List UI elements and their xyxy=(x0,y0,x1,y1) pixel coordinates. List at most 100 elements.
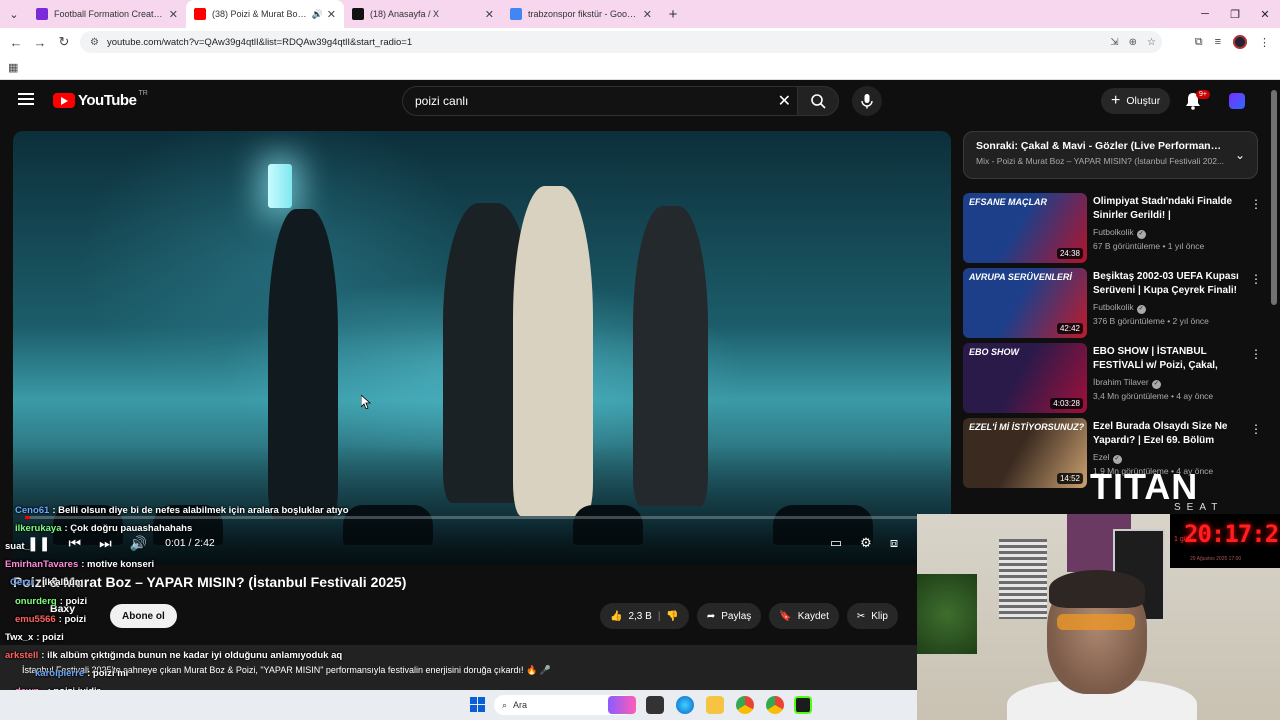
search-input[interactable]: poizi canlı ✕ xyxy=(402,86,800,116)
edge-icon[interactable] xyxy=(676,696,694,714)
video-title: Beşiktaş 2002-03 UEFA Kupası Serüveni | … xyxy=(1093,271,1239,296)
channel-name: Futbolkolik ✓ xyxy=(1093,227,1146,239)
close-window-icon[interactable]: ✕ xyxy=(1250,0,1280,28)
clock-subtext: 29 Ağustos 2025 17:00 xyxy=(1190,556,1242,562)
video-thumbnail[interactable]: EBO SHOW 4:03:28 xyxy=(963,343,1087,413)
clear-search-icon[interactable]: ✕ xyxy=(778,91,791,111)
close-tab-icon[interactable]: ✕ xyxy=(327,8,336,21)
kick-app-icon[interactable] xyxy=(794,696,812,714)
task-view-icon[interactable] xyxy=(646,696,664,714)
video-duration: 4:03:28 xyxy=(1050,398,1083,409)
save-button[interactable]: 🔖 Kaydet xyxy=(769,603,839,629)
recommended-video[interactable]: AVRUPA SERÜVENLERİ 42:42 Beşiktaş 2002-03 … xyxy=(963,268,1263,338)
forward-icon[interactable]: → xyxy=(28,35,52,50)
zoom-icon[interactable]: ⊕ xyxy=(1129,37,1137,48)
close-tab-icon[interactable]: ✕ xyxy=(643,8,652,21)
restore-icon[interactable]: ❐ xyxy=(1220,0,1250,28)
chat-text: : Belli olsun diye bi de nefes alabilmek… xyxy=(52,505,349,516)
install-app-icon[interactable]: ⇲ xyxy=(1110,37,1118,48)
progress-fill xyxy=(25,516,31,519)
video-thumbnail[interactable]: EFSANE MAÇLAR 24:38 xyxy=(963,193,1087,263)
share-button[interactable]: ➦ Paylaş xyxy=(696,603,762,629)
back-icon[interactable]: ← xyxy=(4,35,28,50)
chat-message: onurderg: poizi xyxy=(15,596,87,607)
new-tab-button[interactable]: + xyxy=(660,6,686,23)
chevron-down-icon[interactable]: ⌄ xyxy=(1235,148,1245,162)
previous-icon[interactable]: ⏮ xyxy=(68,535,81,552)
bookmarks-bar: ▦ xyxy=(0,56,1280,80)
video-meta: 67 B görüntüleme • 1 yıl önce xyxy=(1093,241,1205,251)
windows-start-icon[interactable] xyxy=(470,697,486,713)
chat-username: emu5566 xyxy=(15,614,56,625)
audio-playing-icon[interactable]: 🔊 xyxy=(312,9,323,20)
address-bar[interactable]: ⚙ youtube.com/watch?v=QAw39g4qtlI&list=R… xyxy=(80,31,1162,53)
page-scrollbar[interactable] xyxy=(1271,90,1277,305)
more-options-icon[interactable]: ⋮ xyxy=(1250,197,1262,211)
youtube-header: YouTube TR poizi canlı ✕ + Oluştur 9+ xyxy=(0,80,1280,122)
miniplayer-icon[interactable]: ⧈ xyxy=(890,535,898,551)
video-thumbnail[interactable]: EZEL'İ Mİ İSTİYORSUNUZ? 14:52 xyxy=(963,418,1087,488)
chrome-profile-icon[interactable] xyxy=(766,696,784,714)
channel-name: Futbolkolik ✓ xyxy=(1093,302,1146,314)
tab-favicon-icon xyxy=(36,8,48,20)
recommended-video[interactable]: EBO SHOW 4:03:28 EBO SHOW | İSTANBUL FESTİ… xyxy=(963,343,1263,413)
subscribe-button[interactable]: Abone ol xyxy=(110,604,177,628)
clip-button[interactable]: ✂ Klip xyxy=(846,603,898,629)
file-explorer-icon[interactable] xyxy=(706,696,724,714)
chat-message: suat_ xyxy=(5,541,33,552)
video-thumbnail[interactable]: AVRUPA SERÜVENLERİ 42:42 xyxy=(963,268,1087,338)
share-icon: ➦ xyxy=(706,610,716,622)
chat-username: Twx_x xyxy=(5,632,34,643)
more-options-icon[interactable]: ⋮ xyxy=(1250,347,1262,361)
voice-search-button[interactable] xyxy=(852,86,882,116)
bookmark-star-icon[interactable]: ☆ xyxy=(1147,37,1156,48)
profile-avatar[interactable] xyxy=(1233,35,1247,49)
settings-gear-icon[interactable]: ⚙ xyxy=(860,535,872,551)
menu-icon[interactable] xyxy=(18,93,34,105)
browser-tab[interactable]: Football Formation Creator: Re ✕ xyxy=(28,0,186,28)
tab-title: (18) Anasayfa / X xyxy=(370,9,440,19)
browser-tab[interactable]: trabzonspor fikstür - Google'da ✕ xyxy=(502,0,660,28)
widgets-icon[interactable] xyxy=(608,696,636,714)
progress-bar[interactable] xyxy=(25,516,939,519)
thumbs-down-icon[interactable]: 👎 xyxy=(666,611,678,622)
chat-message: arkstell: ilk albüm çıktığında bunun ne … xyxy=(5,650,342,661)
browser-tab[interactable]: (38) Poizi & Murat Boz – YA 🔊 ✕ xyxy=(186,0,344,28)
chat-username: Cerzi xyxy=(10,577,34,588)
media-controls-icon[interactable]: ≡ xyxy=(1215,36,1221,48)
volume-icon[interactable]: 🔊 xyxy=(130,535,147,552)
tab-search-icon[interactable]: ⌄ xyxy=(0,0,28,28)
sponsor-logo: TITAN SEAT xyxy=(1090,466,1224,513)
cameraman-figure xyxy=(633,206,708,506)
captions-icon[interactable]: ▭ xyxy=(830,535,842,551)
chrome-menu-icon[interactable]: ⋮ xyxy=(1259,36,1270,49)
extensions-icon[interactable]: ⧉ xyxy=(1195,36,1203,49)
user-avatar[interactable] xyxy=(1229,93,1245,109)
search-icon xyxy=(811,94,826,109)
up-next-panel[interactable]: Sonraki: Çakal & Mavi - Gözler (Live Per… xyxy=(963,131,1258,179)
reload-icon[interactable]: ↻ xyxy=(52,34,76,50)
minimize-icon[interactable]: ─ xyxy=(1190,0,1220,28)
close-tab-icon[interactable]: ✕ xyxy=(169,8,178,21)
close-tab-icon[interactable]: ✕ xyxy=(485,8,494,21)
create-button[interactable]: + Oluştur xyxy=(1101,88,1171,114)
verified-icon: ✓ xyxy=(1136,230,1146,239)
verified-icon: ✓ xyxy=(1136,305,1146,314)
thumbnail-text: EFSANE MAÇLAR xyxy=(969,197,1047,207)
verified-icon: ✓ xyxy=(1112,455,1122,464)
url-text: youtube.com/watch?v=QAw39g4qtlI&list=RDQ… xyxy=(106,36,413,48)
next-icon[interactable]: ⏭ xyxy=(99,535,112,552)
search-button[interactable] xyxy=(797,86,839,116)
chrome-icon[interactable] xyxy=(736,696,754,714)
browser-tab[interactable]: (18) Anasayfa / X ✕ xyxy=(344,0,502,28)
recommended-video[interactable]: EFSANE MAÇLAR 24:38 Olimpiyat Stadı'ndaki … xyxy=(963,193,1263,263)
site-info-icon[interactable]: ⚙ xyxy=(90,37,99,48)
youtube-logo[interactable]: YouTube TR xyxy=(53,90,148,109)
video-player[interactable]: ❚❚ ⏮ ⏭ 🔊 0:01 / 2:42 ▭ ⚙ ⧈ ⊡ xyxy=(13,131,951,565)
more-options-icon[interactable]: ⋮ xyxy=(1250,422,1262,436)
apps-grid-icon[interactable]: ▦ xyxy=(8,61,18,74)
more-options-icon[interactable]: ⋮ xyxy=(1250,272,1262,286)
chat-message: Twx_x: poizi xyxy=(5,632,64,643)
thumbnail-text: AVRUPA SERÜVENLERİ xyxy=(969,272,1072,282)
like-button[interactable]: 👍 2,3 B | 👎 xyxy=(600,603,689,629)
